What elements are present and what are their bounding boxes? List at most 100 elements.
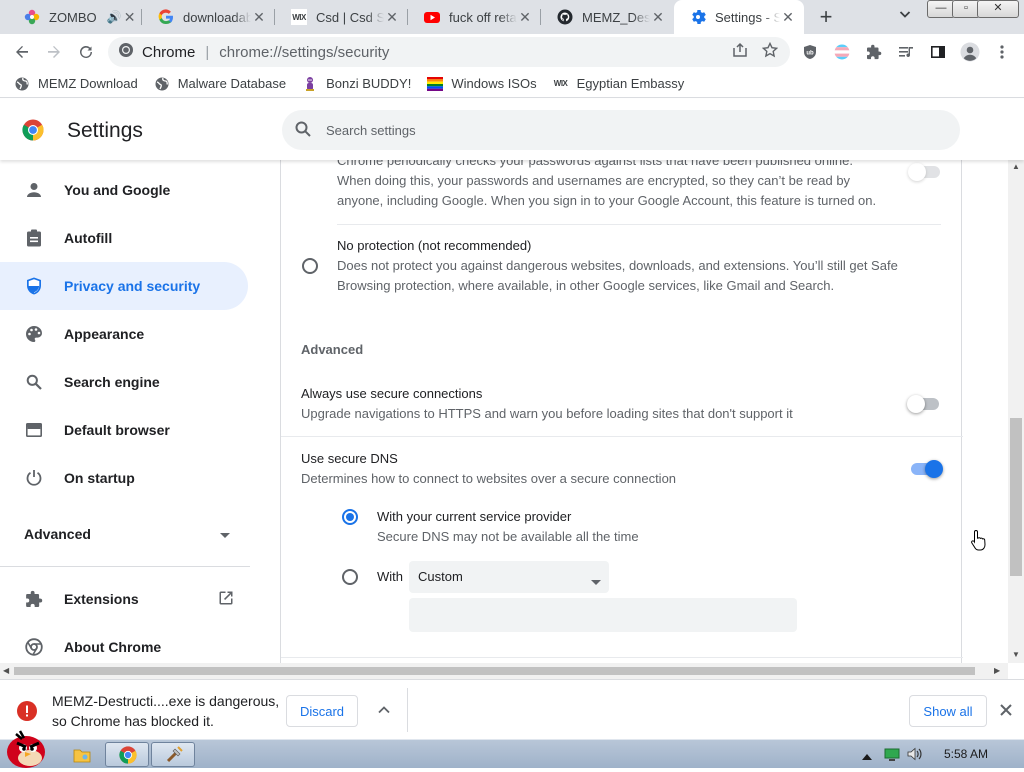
scroll-right-arrow-icon[interactable]: ▶: [994, 666, 1000, 675]
share-icon[interactable]: [732, 42, 748, 62]
vertical-scroll-thumb[interactable]: [1010, 418, 1022, 576]
dns-current-provider-label: With your current service provider: [377, 509, 572, 524]
sidebar-divider: [0, 566, 250, 567]
show-all-downloads-button[interactable]: Show all: [909, 695, 987, 727]
back-button[interactable]: [8, 38, 36, 66]
settings-main: Chrome periodically checks your password…: [280, 160, 1008, 663]
secure-dns-title: Use secure DNS: [301, 451, 398, 466]
https-toggle[interactable]: [907, 395, 939, 413]
no-protection-radio[interactable]: [302, 258, 318, 274]
close-tab-icon[interactable]: ✕: [650, 9, 666, 25]
horizontal-scroll-thumb[interactable]: [14, 667, 975, 675]
sidebar-item-you-and-google[interactable]: You and Google: [0, 166, 248, 214]
sidebar-item-privacy-and-security[interactable]: Privacy and security: [0, 262, 248, 310]
bookmark-memz-download[interactable]: MEMZ Download: [14, 76, 138, 92]
tab-title: fuck off retar: [449, 9, 517, 25]
scroll-left-arrow-icon[interactable]: ◀: [3, 666, 9, 675]
download-options-chevron-icon[interactable]: [374, 700, 394, 720]
tab-google[interactable]: downloadable ✕: [142, 0, 275, 34]
sidebar-item-on-startup[interactable]: On startup: [0, 454, 248, 502]
dns-custom-prefix: With: [377, 569, 403, 584]
tab-zombo[interactable]: ZOMBO 🔊 ✕: [8, 0, 142, 34]
chrome-site-icon[interactable]: [118, 42, 134, 62]
chrome-menu-icon[interactable]: [991, 41, 1013, 63]
page-title: Settings: [67, 119, 143, 142]
window-close-button[interactable]: ✕: [977, 0, 1019, 18]
tab-search-icon[interactable]: [895, 8, 915, 28]
tab-wix[interactable]: WIX Csd | Csd Se ✕: [275, 0, 408, 34]
close-tab-icon[interactable]: ✕: [251, 9, 267, 25]
sidebar-advanced-toggle[interactable]: Advanced: [0, 510, 250, 558]
settings-sidebar: You and Google Autofill Privacy and secu…: [0, 160, 280, 663]
sidebar-item-autofill[interactable]: Autofill: [0, 214, 248, 262]
dns-current-provider-radio[interactable]: [342, 509, 358, 525]
windows-taskbar: 5:58 AM: [0, 730, 1024, 768]
system-clock[interactable]: 5:58 AM: [944, 747, 988, 761]
ublock-icon[interactable]: ub: [799, 41, 821, 63]
bookmark-egyptian-embassy[interactable]: WIX Egyptian Embassy: [553, 76, 684, 92]
maximize-button[interactable]: ▫: [952, 0, 980, 18]
omnibox[interactable]: Chrome | chrome://settings/security: [108, 37, 790, 67]
globe-icon: [154, 76, 170, 92]
volume-icon[interactable]: [906, 746, 924, 765]
taskbar-chrome[interactable]: [105, 742, 149, 767]
vertical-scrollbar[interactable]: ▲ ▼: [1008, 160, 1024, 663]
dns-custom-radio[interactable]: [342, 569, 358, 585]
bookmark-bonzi-buddy[interactable]: Bonzi BUDDY!: [302, 76, 411, 92]
danger-warning-icon: [16, 700, 38, 725]
bookmark-windows-isos[interactable]: Windows ISOs: [427, 76, 537, 92]
horizontal-scrollbar[interactable]: ◀ ▶: [0, 663, 1008, 679]
extensions-puzzle-icon[interactable]: [863, 41, 885, 63]
search-icon: [294, 120, 312, 141]
close-tab-icon[interactable]: ✕: [384, 9, 400, 25]
media-controls-icon[interactable]: [895, 41, 917, 63]
omnibox-url[interactable]: chrome://settings/security: [219, 44, 389, 61]
bookmark-star-icon[interactable]: [761, 41, 779, 62]
tab-settings[interactable]: Settings - Se ✕: [674, 0, 804, 34]
tab-youtube[interactable]: fuck off retar ✕: [408, 0, 541, 34]
taskbar-explorer[interactable]: [58, 742, 102, 767]
new-tab-button[interactable]: +: [812, 4, 840, 32]
sidebar-item-label: Autofill: [64, 230, 113, 246]
show-hidden-icons-icon[interactable]: [862, 749, 872, 764]
bookmark-label: MEMZ Download: [38, 76, 138, 91]
taskbar-app[interactable]: [151, 742, 195, 767]
puzzle-icon: [24, 589, 44, 609]
sidebar-item-label: On startup: [64, 470, 135, 486]
palette-icon: [24, 324, 44, 344]
scroll-down-arrow-icon[interactable]: ▼: [1012, 650, 1020, 659]
dns-provider-select[interactable]: Custom: [409, 561, 609, 593]
sidebar-item-search-engine[interactable]: Search engine: [0, 358, 248, 406]
close-tab-icon[interactable]: ✕: [122, 9, 138, 25]
toolbar: Chrome | chrome://settings/security ub: [0, 34, 1024, 70]
reload-button[interactable]: [72, 38, 100, 66]
discard-button[interactable]: Discard: [286, 695, 358, 727]
secure-dns-toggle[interactable]: [911, 460, 943, 478]
bookmark-label: Windows ISOs: [451, 76, 537, 91]
sidebar-item-extensions[interactable]: Extensions: [0, 575, 250, 623]
close-tab-icon[interactable]: ✕: [780, 9, 796, 25]
leak-detection-toggle: [908, 163, 940, 181]
bookmark-malware-database[interactable]: Malware Database: [154, 76, 286, 92]
trans-flag-extension-icon[interactable]: [831, 41, 853, 63]
scroll-up-arrow-icon[interactable]: ▲: [1012, 162, 1020, 171]
advanced-section-heading: Advanced: [301, 342, 364, 357]
custom-dns-input[interactable]: [409, 598, 797, 632]
tab-github[interactable]: MEMZ_Destr ✕: [541, 0, 674, 34]
close-tab-icon[interactable]: ✕: [517, 9, 533, 25]
globe-icon: [14, 76, 30, 92]
search-input[interactable]: [326, 122, 826, 138]
minimize-button[interactable]: —: [927, 0, 955, 18]
sidebar-item-appearance[interactable]: Appearance: [0, 310, 248, 358]
angry-bird-start-icon[interactable]: [2, 728, 50, 769]
profile-avatar-icon[interactable]: [959, 41, 981, 63]
no-protection-desc-line-1: Does not protect you against dangerous w…: [337, 258, 898, 273]
download-warning-line-2: so Chrome has blocked it.: [52, 713, 214, 729]
side-panel-icon[interactable]: [927, 41, 949, 63]
network-icon[interactable]: [884, 746, 900, 765]
sidebar-item-default-browser[interactable]: Default browser: [0, 406, 248, 454]
close-download-shelf-icon[interactable]: [998, 702, 1014, 718]
settings-search-box[interactable]: [282, 110, 960, 150]
speaker-icon[interactable]: 🔊: [107, 10, 122, 24]
forward-button[interactable]: [40, 38, 68, 66]
